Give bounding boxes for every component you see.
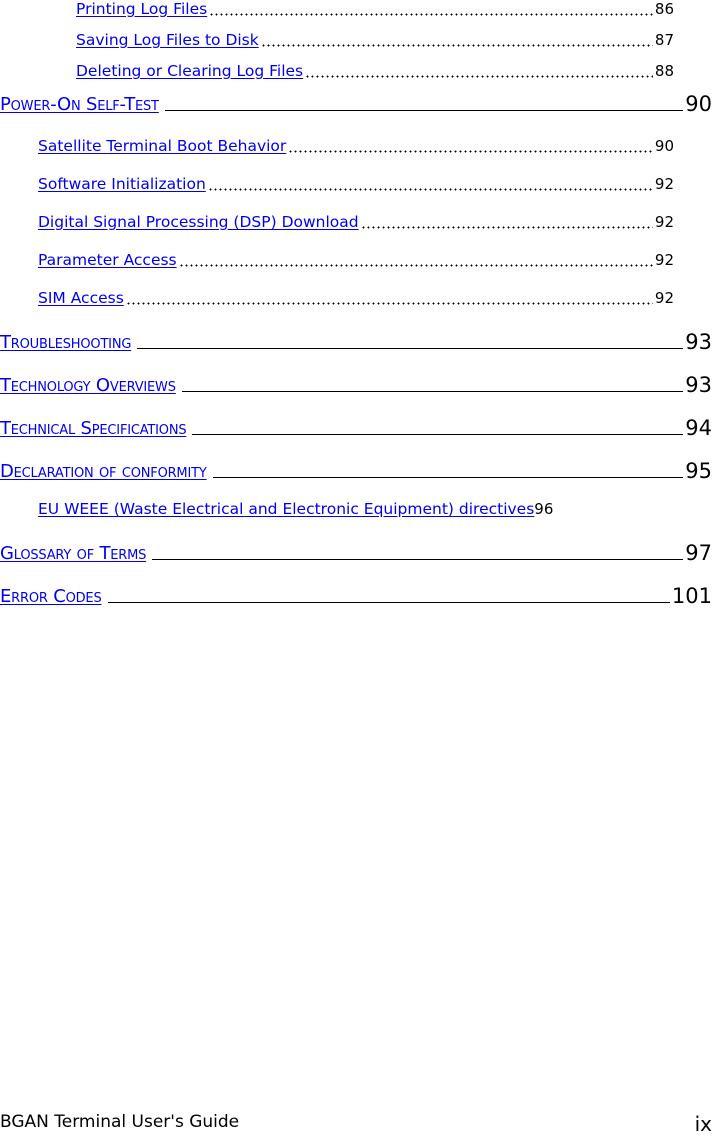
toc-page-number: 92 [654,289,674,307]
toc-entry-parameter-access: Parameter Access 92 [38,251,674,269]
toc-entry-dsp-download: Digital Signal Processing (DSP) Download… [38,213,674,231]
toc-link[interactable]: Glossary of Terms [0,543,146,564]
toc-link[interactable]: Printing Log Files [76,0,207,18]
dot-leader [125,289,653,305]
footer-document-title: BGAN Terminal User's Guide [0,1112,240,1132]
toc-entry-software-initialization: Software Initialization 92 [38,175,674,193]
toc-page-number: 94 [685,416,712,440]
rule-leader [152,559,684,560]
toc-page-number: 92 [654,251,674,269]
toc-page-number: 97 [685,541,712,565]
toc-page-number: 96 [534,500,554,518]
rule-leader [107,602,670,603]
toc-link[interactable]: Deleting or Clearing Log Files [76,62,303,80]
toc-link[interactable]: Power-On Self-Test [0,94,159,115]
toc-entry-sim-access: SIM Access 92 [38,289,674,307]
toc-link[interactable]: SIM Access [38,289,124,307]
toc-entry-printing-log-files: Printing Log Files 86 [76,0,674,18]
toc-link[interactable]: Digital Signal Processing (DSP) Download [38,213,359,231]
toc-page-number: 90 [654,137,674,155]
rule-leader [181,391,684,392]
dot-leader [207,175,653,191]
toc-page-number: 92 [654,175,674,193]
dot-leader [305,62,653,78]
toc-entry-boot-behavior: Satellite Terminal Boot Behavior 90 [38,137,674,155]
rule-leader [137,348,684,349]
toc-chapter-declaration-of-conformity: Declaration of conformity 95 [0,459,712,483]
toc-page-number: 87 [654,31,674,49]
toc-page-number: 101 [671,584,712,608]
toc-link[interactable]: Software Initialization [38,175,206,193]
toc-link[interactable]: Parameter Access [38,251,177,269]
toc-link[interactable]: EU WEEE (Waste Electrical and Electronic… [38,500,534,518]
dot-leader [209,0,653,16]
toc-link[interactable]: Technology Overviews [0,375,176,396]
toc-page-number: 90 [685,92,712,116]
toc-link[interactable]: Saving Log Files to Disk [76,31,259,49]
toc-page-number: 86 [654,0,674,18]
footer-page-number: ix [694,1112,712,1136]
toc-link[interactable]: Troubleshooting [0,332,131,353]
rule-leader [164,110,684,111]
toc-chapter-troubleshooting: Troubleshooting 93 [0,330,712,354]
dot-leader [260,31,653,47]
dot-leader [178,251,653,267]
toc-entry-saving-log-files: Saving Log Files to Disk 87 [76,31,674,49]
toc-entry-eu-weee: EU WEEE (Waste Electrical and Electronic… [38,500,698,518]
toc-link[interactable]: Error Codes [0,586,102,607]
toc-chapter-technical-specifications: Technical Specifications 94 [0,416,712,440]
toc-chapter-glossary-of-terms: Glossary of Terms 97 [0,541,712,565]
toc-link[interactable]: Satellite Terminal Boot Behavior [38,137,286,155]
dot-leader [288,137,653,153]
toc-page-number: 93 [685,330,712,354]
toc-chapter-error-codes: Error Codes 101 [0,584,712,608]
toc-page-number: 92 [654,213,674,231]
toc-chapter-power-on-self-test: Power-On Self-Test 90 [0,92,712,116]
toc-link[interactable]: Declaration of conformity [0,461,207,482]
rule-leader [192,434,684,435]
toc-page-number: 93 [685,373,712,397]
dot-leader [360,213,653,229]
toc-page-number: 95 [685,459,712,483]
toc-link[interactable]: Technical Specifications [0,418,187,439]
page-footer: BGAN Terminal User's Guide ix [0,1112,712,1136]
rule-leader [212,477,684,478]
toc-entry-deleting-log-files: Deleting or Clearing Log Files 88 [76,62,674,80]
toc-chapter-technology-overviews: Technology Overviews 93 [0,373,712,397]
toc-page-number: 88 [654,62,674,80]
